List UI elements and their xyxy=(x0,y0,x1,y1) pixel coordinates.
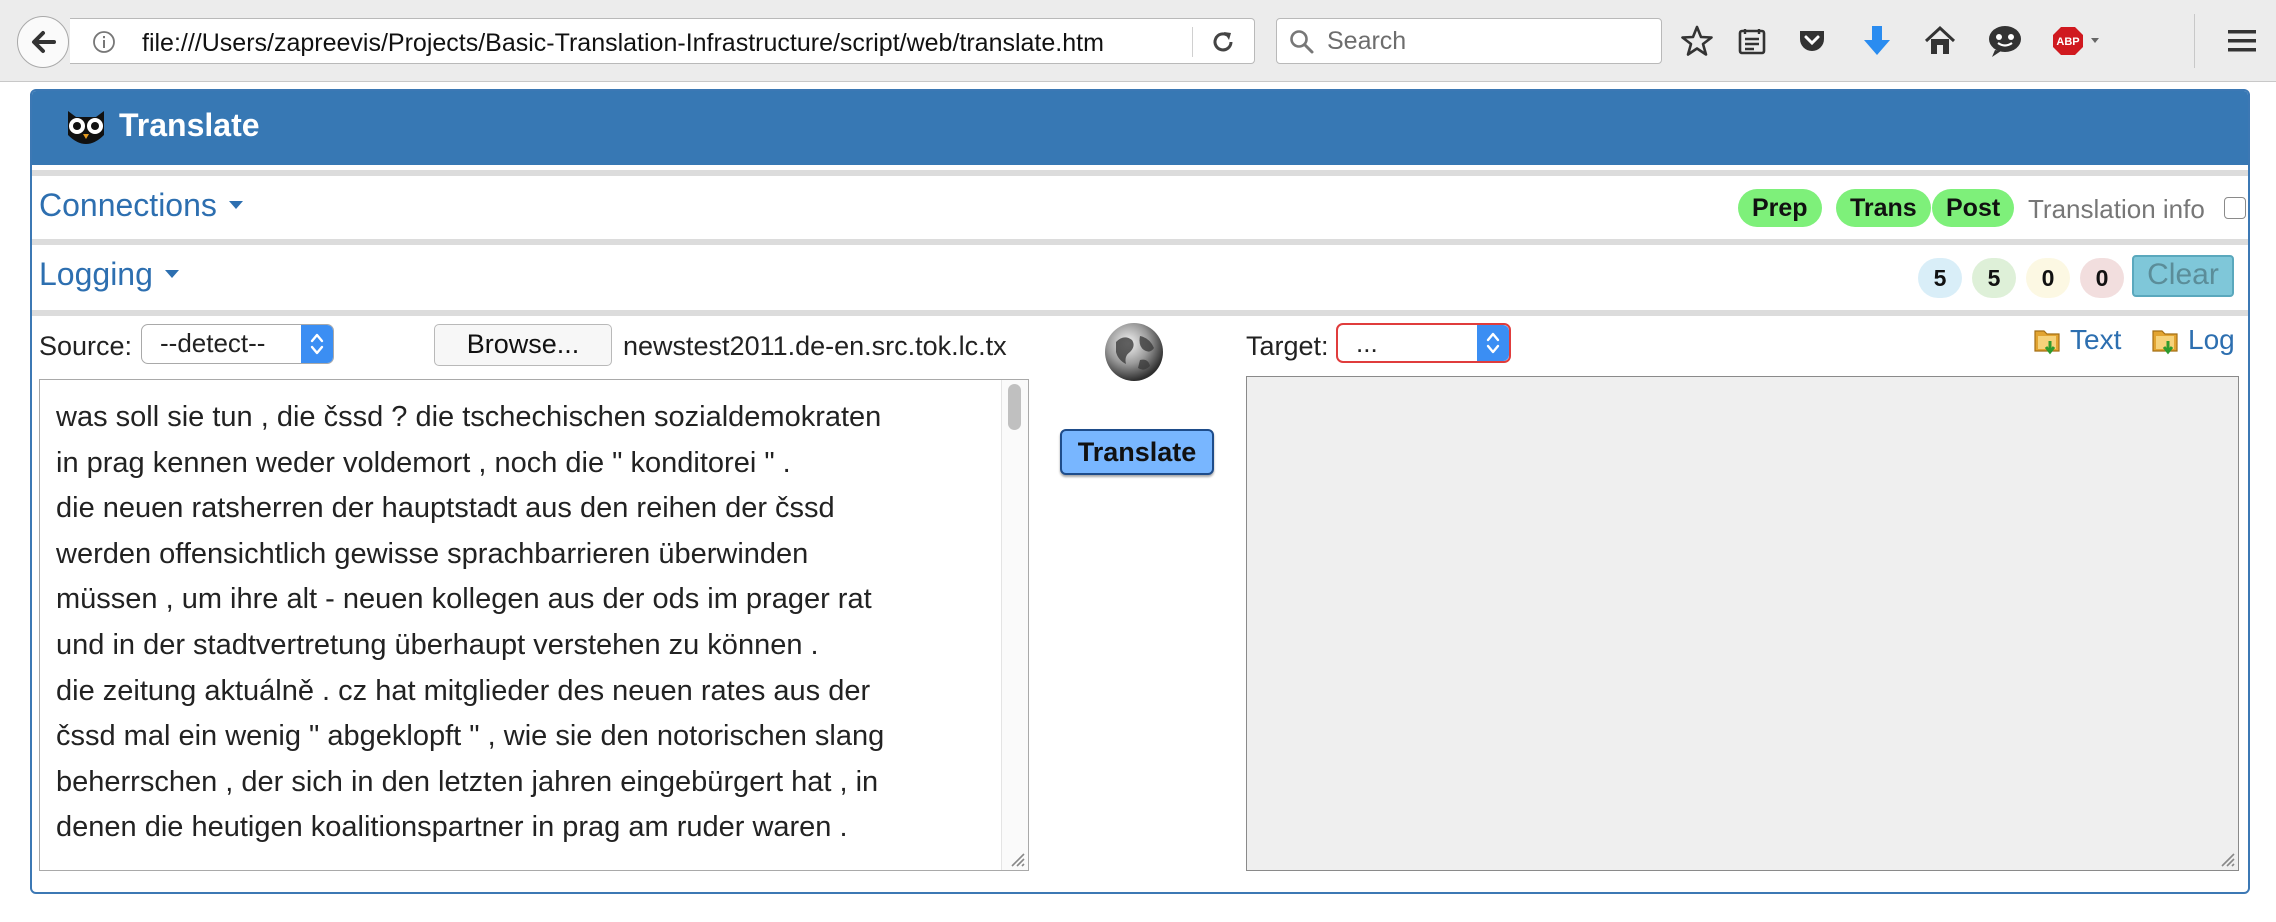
connections-label: Connections xyxy=(39,187,217,223)
toolbar-separator xyxy=(2194,14,2195,68)
section-divider xyxy=(32,310,2248,316)
target-text-area[interactable] xyxy=(1246,376,2239,871)
resize-grip-icon[interactable] xyxy=(1006,848,1026,868)
source-text[interactable]: was soll sie tun , die čssd ? die tschec… xyxy=(56,395,986,851)
source-language-value: --detect-- xyxy=(160,328,266,358)
translate-button[interactable]: Translate xyxy=(1060,429,1214,475)
download-document-icon xyxy=(2152,330,2178,355)
source-label: Source: xyxy=(39,331,133,361)
target-language-select[interactable]: ... xyxy=(1336,323,1511,363)
url-separator xyxy=(1192,27,1193,57)
search-bar[interactable] xyxy=(1276,18,1662,64)
caret-down-icon xyxy=(228,201,243,209)
section-divider xyxy=(32,239,2248,245)
home-icon[interactable] xyxy=(1918,19,1962,63)
text-link-label: Text xyxy=(2070,324,2122,355)
download-text-link[interactable]: Text xyxy=(2032,323,2121,357)
selected-file-name: newstest2011.de-en.src.tok.lc.tx xyxy=(623,331,1007,361)
logging-toggle[interactable]: Logging xyxy=(39,255,179,293)
caret-down-icon xyxy=(164,270,179,278)
info-icon[interactable] xyxy=(92,30,116,54)
warning-count-badge: 0 xyxy=(2026,258,2070,298)
search-icon xyxy=(1290,30,1314,54)
globe-icon xyxy=(1105,323,1163,381)
pocket-icon[interactable] xyxy=(1790,19,1834,63)
app-header: Translate xyxy=(32,91,2248,165)
success-count-badge: 5 xyxy=(1972,258,2016,298)
scroll-thumb[interactable] xyxy=(1008,384,1021,430)
section-divider xyxy=(32,170,2248,176)
download-log-link[interactable]: Log xyxy=(2150,323,2235,357)
select-arrows-icon xyxy=(301,325,333,363)
reading-list-icon[interactable] xyxy=(1730,19,1774,63)
logging-label: Logging xyxy=(39,256,153,292)
chat-icon[interactable] xyxy=(1983,19,2027,63)
clear-log-button[interactable]: Clear xyxy=(2132,255,2234,297)
select-arrows-icon xyxy=(1477,325,1509,361)
back-button[interactable] xyxy=(17,16,69,68)
error-count-badge: 0 xyxy=(2080,258,2124,298)
star-icon[interactable] xyxy=(1675,19,1719,63)
source-text-area[interactable]: was soll sie tun , die čssd ? die tschec… xyxy=(39,379,1029,871)
adblock-label: ABP xyxy=(2056,36,2079,48)
translation-info-label: Translation info xyxy=(2028,194,2205,224)
post-status-badge: Post xyxy=(1932,189,2015,227)
connections-toggle[interactable]: Connections xyxy=(39,186,243,224)
resize-grip-icon[interactable] xyxy=(2216,848,2236,868)
translate-app: Translate Connections Prep Trans Post Tr… xyxy=(30,89,2250,894)
source-language-select[interactable]: --detect-- xyxy=(141,324,334,364)
reload-icon[interactable] xyxy=(1210,29,1236,55)
trans-status-badge: Trans xyxy=(1836,189,1931,227)
log-link-label: Log xyxy=(2188,324,2235,355)
prep-status-badge: Prep xyxy=(1738,189,1822,227)
source-scrollbar[interactable] xyxy=(1001,380,1028,870)
browser-toolbar: file:///Users/zapreevis/Projects/Basic-T… xyxy=(0,0,2276,82)
info-count-badge: 5 xyxy=(1918,258,1962,298)
download-document-icon xyxy=(2034,330,2060,355)
target-language-value: ... xyxy=(1356,328,1378,358)
url-bar[interactable]: file:///Users/zapreevis/Projects/Basic-T… xyxy=(70,18,1255,64)
app-title: Translate xyxy=(119,107,260,143)
menu-icon[interactable] xyxy=(2220,19,2264,63)
owl-logo-icon xyxy=(68,111,104,144)
url-text[interactable]: file:///Users/zapreevis/Projects/Basic-T… xyxy=(142,30,1212,56)
translation-info-checkbox[interactable] xyxy=(2224,197,2246,219)
back-arrow-icon xyxy=(32,31,56,53)
browse-file-button[interactable]: Browse... xyxy=(434,324,612,366)
adblock-icon[interactable]: ABP xyxy=(2050,19,2108,63)
target-label: Target: xyxy=(1246,331,1329,361)
search-input[interactable] xyxy=(1327,26,1647,56)
download-icon[interactable] xyxy=(1855,19,1899,63)
